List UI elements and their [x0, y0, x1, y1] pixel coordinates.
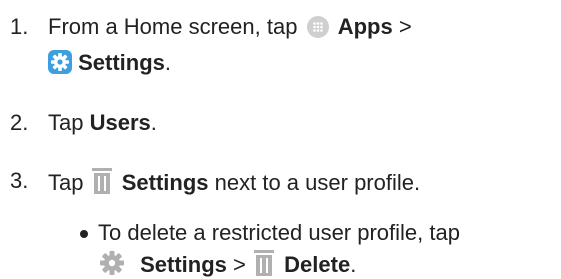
bullet-dot [80, 230, 88, 238]
apps-label: Apps [337, 14, 393, 39]
settings-label: Settings [140, 252, 227, 277]
settings-icon [48, 50, 72, 74]
sub-bullet-text: To delete a restricted user profile, tap [98, 220, 460, 245]
trash-icon [91, 168, 112, 194]
settings-label: Settings [78, 50, 165, 75]
apps-icon [306, 16, 329, 38]
gear-icon [98, 250, 128, 276]
users-label: Users [89, 110, 151, 135]
step-number: 2. [10, 110, 29, 135]
step-number: 1. [10, 14, 29, 39]
step-number: 3. [10, 168, 29, 193]
step-text: Tap Settings next to a user profile. [48, 168, 420, 196]
settings-label: Settings [121, 170, 209, 195]
delete-label: Delete [284, 252, 351, 277]
step-text: From a Home screen, tap Apps > [48, 14, 412, 39]
trash-icon [254, 250, 275, 276]
step-text: Tap Users. [48, 110, 157, 135]
